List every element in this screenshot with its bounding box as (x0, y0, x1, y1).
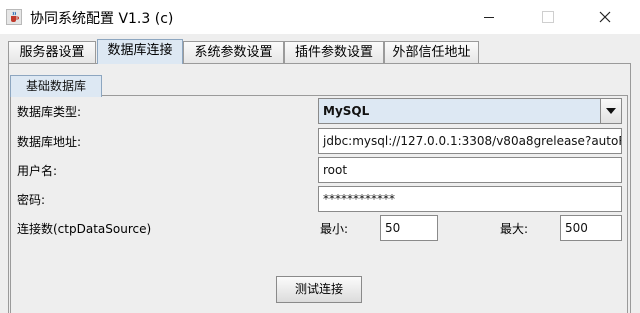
password-label: 密码: (17, 193, 46, 207)
db-type-value: MySQL (323, 104, 370, 118)
min-label: 最小: (320, 222, 349, 236)
tab-server-settings[interactable]: 服务器设置 (8, 41, 96, 63)
dropdown-arrow-button[interactable] (600, 99, 621, 123)
tab-external-trusted-address[interactable]: 外部信任地址 (384, 41, 479, 63)
tab-database-connection[interactable]: 数据库连接 (97, 39, 183, 64)
min-connections-input[interactable]: 50 (380, 215, 438, 241)
max-connections-input[interactable]: 500 (560, 215, 622, 241)
max-label: 最大: (500, 222, 529, 236)
subtab-base-database[interactable]: 基础数据库 (10, 75, 102, 97)
tab-plugin-parameters[interactable]: 插件参数设置 (284, 41, 384, 63)
db-type-label: 数据库类型: (17, 105, 82, 119)
db-type-select[interactable]: MySQL (318, 98, 622, 124)
connection-count-label: 连接数(ctpDataSource) (17, 222, 152, 236)
chevron-down-icon (606, 108, 616, 114)
close-icon (599, 11, 611, 23)
minimize-icon (484, 16, 494, 18)
close-button[interactable] (582, 0, 628, 34)
maximize-icon (542, 11, 554, 23)
password-input[interactable]: ************ (318, 186, 622, 212)
username-input[interactable]: root (318, 157, 622, 183)
db-url-input[interactable]: jdbc:mysql://127.0.0.1:3308/v80a8greleas… (318, 128, 622, 154)
title-bar: 协同系统配置 V1.3 (c) (0, 0, 640, 34)
maximize-button[interactable] (525, 0, 571, 34)
username-label: 用户名: (17, 164, 58, 178)
tab-system-parameters[interactable]: 系统参数设置 (183, 41, 284, 63)
java-cup-icon (6, 9, 22, 25)
minimize-button[interactable] (466, 0, 512, 34)
db-url-label: 数据库地址: (17, 135, 82, 149)
test-connection-button[interactable]: 测试连接 (276, 276, 362, 303)
window-title: 协同系统配置 V1.3 (c) (30, 11, 174, 27)
